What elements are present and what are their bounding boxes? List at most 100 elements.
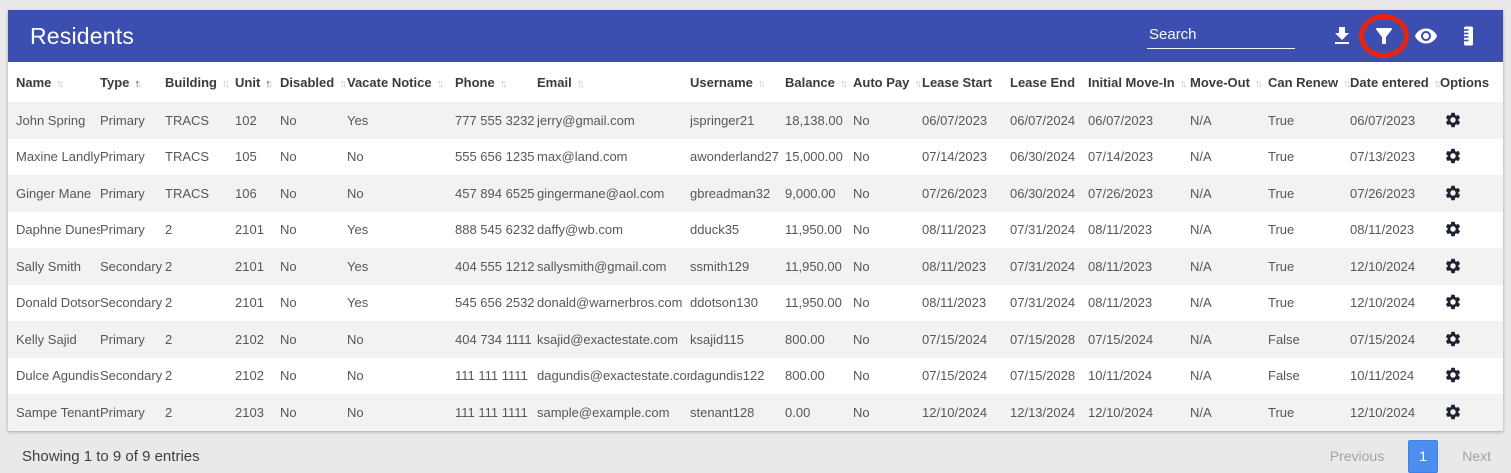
next-button[interactable]: Next [1458, 442, 1495, 470]
cell: Secondary [100, 295, 163, 311]
cell: Maxine Landly [16, 149, 100, 165]
cell: Yes [347, 258, 369, 274]
column-header-lease-end: Lease End [1010, 62, 1088, 102]
header-row: Name ↑↓ Type ↑↓ Building ↑↓ Unit ↑↓ Disabled ↑↓ Va… [8, 62, 1503, 102]
sort-icon: ↑↓ [56, 77, 64, 90]
cell: No [280, 112, 297, 128]
cell: 2103 [235, 404, 264, 420]
cell: No [280, 295, 297, 311]
sort-icon: ↑↓ [1433, 77, 1440, 90]
column-header-initial-move-in[interactable]: Initial Move-In ↑↓ [1088, 62, 1190, 102]
cell: Secondary [100, 258, 163, 274]
column-header-unit[interactable]: Unit ↑↓ [235, 62, 280, 102]
cell: 545 656 2532 [455, 295, 535, 311]
column-header-type[interactable]: Type ↑↓ [100, 62, 165, 102]
cell: 2 [165, 295, 173, 311]
cell: Yes [347, 112, 369, 128]
column-header-can-renew[interactable]: Can Renew ↑↓ [1268, 62, 1350, 102]
cell-options [1440, 394, 1503, 431]
row-options-button[interactable] [1440, 145, 1462, 168]
column-header-balance[interactable]: Balance ↑↓ [785, 62, 853, 102]
column-header-move-out[interactable]: Move-Out ↑↓ [1190, 62, 1268, 102]
column-label: Lease End [1010, 74, 1076, 90]
cell: No [853, 149, 870, 165]
cell: 06/30/2024 [1010, 185, 1076, 201]
column-label: Date entered [1350, 74, 1429, 90]
cell: Kelly Sajid [16, 331, 77, 347]
cell: TRACS [165, 185, 210, 201]
cell: No [280, 222, 297, 238]
row-options-button[interactable] [1440, 291, 1462, 314]
columns-button[interactable] [1447, 15, 1489, 57]
sort-icon: ↑↓ [1343, 77, 1350, 90]
cell: 07/26/2023 [1350, 185, 1416, 201]
cell: 12/13/2024 [1010, 404, 1076, 420]
page-title: Residents [30, 22, 135, 49]
cell: N/A [1190, 149, 1212, 165]
search-input[interactable] [1147, 23, 1295, 49]
row-options-button[interactable] [1440, 182, 1462, 205]
column-label: Name [16, 74, 52, 90]
column-label: Building [165, 74, 217, 90]
table-toolbar: Residents [8, 10, 1503, 62]
cell: 2101 [235, 295, 264, 311]
row-options-button[interactable] [1440, 364, 1462, 387]
cell: 07/14/2023 [922, 149, 988, 165]
cell: gingermane@aol.com [537, 185, 665, 201]
column-label: Vacate Notice [347, 74, 432, 90]
cell: 404 555 1212 [455, 258, 535, 274]
column-label: Unit [235, 74, 261, 90]
column-header-auto-pay[interactable]: Auto Pay ↑↓ [853, 62, 922, 102]
filter-icon [1372, 24, 1396, 48]
sort-icon: ↑↓ [499, 77, 508, 90]
row-options-button[interactable] [1440, 401, 1462, 424]
table-row: Donald Dotson Secondary 2 2101 No Yes 545 656 … [8, 284, 1503, 321]
cell-options [1440, 139, 1503, 176]
cell: 06/07/2023 [1350, 112, 1416, 128]
cell: 9,000.00 [785, 185, 836, 201]
cell: Primary [100, 331, 145, 347]
cell: 2 [165, 368, 173, 384]
cell: TRACS [165, 112, 210, 128]
cell: 15,000.00 [785, 149, 843, 165]
cell: 07/15/2028 [1010, 368, 1076, 384]
column-header-email[interactable]: Email ↑↓ [537, 62, 690, 102]
cell: dduck35 [690, 222, 740, 238]
column-header-phone[interactable]: Phone ↑↓ [455, 62, 537, 102]
pagination: Previous 1 Next [1326, 439, 1495, 473]
column-label: Username [690, 74, 753, 90]
previous-button[interactable]: Previous [1326, 442, 1388, 470]
page-1-button[interactable]: 1 [1408, 439, 1439, 473]
cell: Primary [100, 222, 145, 238]
cell: 106 [235, 185, 257, 201]
column-header-name[interactable]: Name ↑↓ [8, 62, 100, 102]
sort-icon: ↑↓ [576, 77, 585, 90]
cell-options [1440, 212, 1503, 249]
column-header-username[interactable]: Username ↑↓ [690, 62, 785, 102]
column-header-building[interactable]: Building ↑↓ [165, 62, 235, 102]
column-header-vacate-notice[interactable]: Vacate Notice ↑↓ [347, 62, 455, 102]
cell: 07/31/2024 [1010, 295, 1076, 311]
cell: 105 [235, 149, 257, 165]
cell: 07/31/2024 [1010, 222, 1076, 238]
cell: No [347, 185, 364, 201]
sort-icon: ↑↓ [436, 77, 445, 90]
row-options-button[interactable] [1440, 109, 1462, 132]
cell: 457 894 6525 [455, 185, 535, 201]
cell: 07/26/2023 [922, 185, 988, 201]
row-options-button[interactable] [1440, 218, 1462, 241]
cell: Primary [100, 404, 145, 420]
cell: No [853, 112, 870, 128]
cell: 2 [165, 258, 173, 274]
cell: 102 [235, 112, 257, 128]
row-options-button[interactable] [1440, 328, 1462, 351]
column-header-date-entered[interactable]: Date entered ↑↓ [1350, 62, 1440, 102]
cell: 06/07/2023 [1088, 112, 1154, 128]
download-button[interactable] [1321, 15, 1363, 57]
column-header-disabled[interactable]: Disabled ↑↓ [280, 62, 347, 102]
cell: No [347, 149, 364, 165]
cell: 11,950.00 [785, 258, 842, 274]
filter-button[interactable] [1363, 15, 1405, 57]
row-options-button[interactable] [1440, 255, 1462, 278]
visibility-button[interactable] [1405, 15, 1447, 57]
